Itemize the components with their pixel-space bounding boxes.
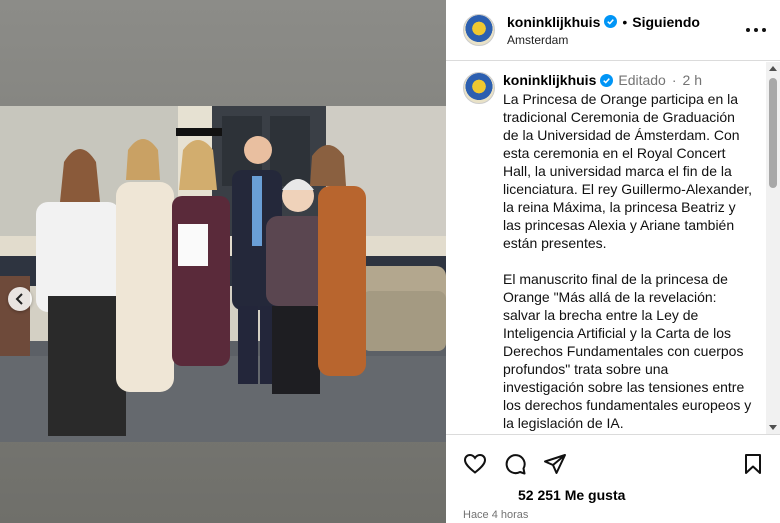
save-button[interactable]	[740, 451, 766, 477]
post-photo[interactable]	[0, 106, 446, 442]
like-button[interactable]	[462, 451, 488, 477]
username-link[interactable]: koninklijkhuis	[507, 14, 600, 30]
actions-bar: 52 251 Me gusta Hace 4 horas	[446, 434, 780, 523]
heart-icon	[463, 453, 487, 474]
scroll-thumb[interactable]	[769, 78, 777, 188]
share-button[interactable]	[542, 451, 568, 477]
caption-scrollbar[interactable]	[766, 62, 780, 434]
caption-username[interactable]: koninklijkhuis	[503, 72, 596, 88]
caption-text: La Princesa de Orange participa en la tr…	[503, 91, 752, 431]
avatar[interactable]	[463, 14, 495, 46]
previous-image-button[interactable]	[8, 287, 32, 311]
media-pane	[0, 0, 446, 523]
separator-dot: ·	[671, 72, 677, 88]
likes-count[interactable]: 52 251 Me gusta	[518, 487, 625, 503]
location-link[interactable]: Amsterdam	[507, 33, 700, 47]
posted-time[interactable]: Hace 4 horas	[463, 509, 528, 521]
bookmark-icon	[745, 454, 761, 474]
photo-illustration	[0, 106, 446, 442]
caption-avatar[interactable]	[463, 72, 495, 104]
comment-icon	[505, 454, 526, 475]
separator-dot: •	[622, 13, 628, 30]
post-side-panel: koninklijkhuis • Siguiendo Amsterdam kon…	[446, 0, 780, 523]
edited-label: Editado	[618, 72, 666, 88]
timestamp[interactable]: 2 h	[683, 72, 702, 88]
verified-badge-icon	[600, 73, 614, 87]
comment-button[interactable]	[502, 451, 528, 477]
following-button[interactable]: Siguiendo	[632, 14, 700, 30]
scroll-down-arrow-icon[interactable]	[769, 425, 777, 430]
more-options-icon[interactable]	[746, 22, 766, 38]
send-icon	[544, 454, 566, 474]
caption-area: koninklijkhuis Editado · 2 h La Princesa…	[446, 62, 780, 434]
scroll-up-arrow-icon[interactable]	[769, 66, 777, 71]
chevron-left-icon	[15, 293, 23, 305]
verified-badge-icon	[604, 15, 618, 28]
post-header: koninklijkhuis • Siguiendo Amsterdam	[446, 0, 780, 61]
